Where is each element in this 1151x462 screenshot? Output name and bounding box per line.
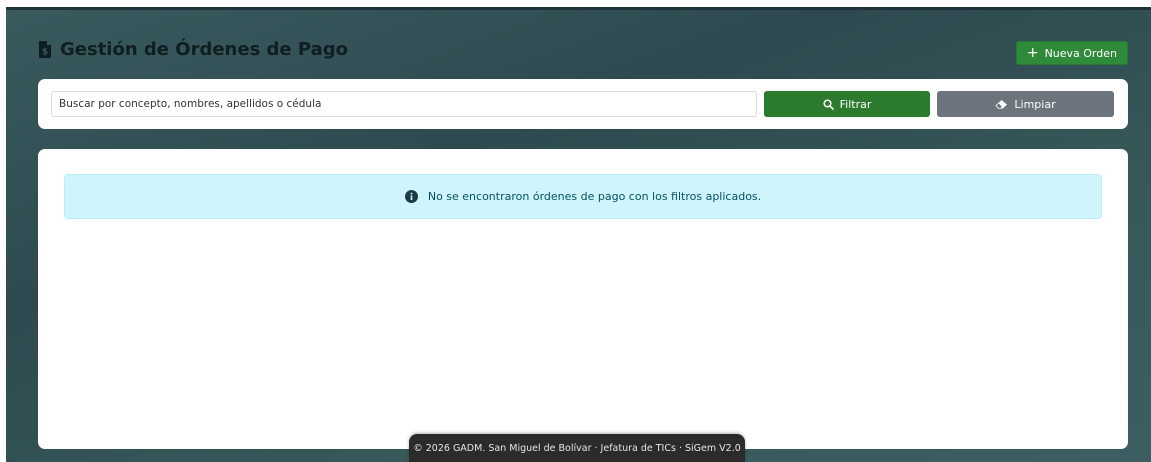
top-border <box>6 7 1151 10</box>
svg-text:$: $ <box>42 48 48 58</box>
footer-text: © 2026 GADM. San Miguel de Bolívar · Jef… <box>413 442 741 454</box>
page-header: $ Gestión de Órdenes de Pago + Nueva Ord… <box>38 37 1128 71</box>
filter-button[interactable]: Filtrar <box>764 91 930 117</box>
file-invoice-dollar-icon: $ <box>39 41 51 58</box>
search-icon <box>823 98 834 110</box>
empty-results-alert: No se encontraron órdenes de pago con lo… <box>64 174 1102 219</box>
new-order-button[interactable]: + Nueva Orden <box>1015 41 1128 65</box>
clear-button-label: Limpiar <box>1014 97 1056 111</box>
search-input[interactable] <box>51 91 757 117</box>
new-order-label: Nueva Orden <box>1044 46 1117 60</box>
info-circle-icon <box>404 190 418 203</box>
page-title: $ Gestión de Órdenes de Pago <box>38 39 348 60</box>
clear-button[interactable]: Limpiar <box>937 91 1114 117</box>
results-card: No se encontraron órdenes de pago con lo… <box>38 149 1128 449</box>
plus-icon: + <box>1026 45 1039 61</box>
filter-card: Filtrar Limpiar <box>38 79 1128 129</box>
app-frame: $ Gestión de Órdenes de Pago + Nueva Ord… <box>6 7 1151 462</box>
filter-button-label: Filtrar <box>839 97 872 111</box>
eraser-icon <box>995 100 1008 109</box>
page-title-text: Gestión de Órdenes de Pago <box>60 39 349 60</box>
footer: © 2026 GADM. San Miguel de Bolívar · Jef… <box>409 434 745 462</box>
empty-results-message: No se encontraron órdenes de pago con lo… <box>427 190 762 203</box>
